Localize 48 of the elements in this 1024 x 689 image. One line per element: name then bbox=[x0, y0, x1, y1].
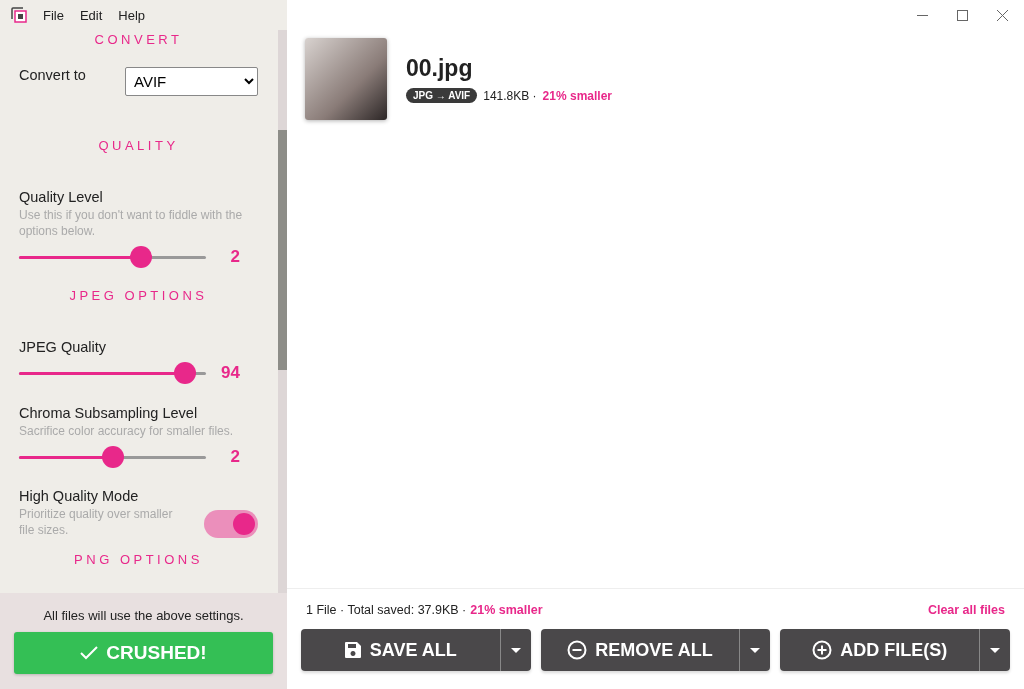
setting-description: Prioritize quality over smaller file sizes. bbox=[19, 506, 174, 538]
clear-all-link[interactable]: Clear all files bbox=[927, 603, 1005, 623]
caret-icon bbox=[990, 647, 1000, 653]
close-icon[interactable] bbox=[997, 9, 1008, 21]
caret-icon bbox=[750, 647, 761, 653]
menu-item[interactable]: Help bbox=[118, 7, 146, 23]
dropdown-button[interactable] bbox=[979, 629, 1010, 671]
maximize-icon[interactable] bbox=[957, 9, 968, 21]
minus-circle-icon bbox=[567, 640, 588, 660]
slider-thumb[interactable] bbox=[174, 361, 197, 384]
setting-description: Use this if you don't want to fiddle with the options below. bbox=[19, 207, 244, 239]
file-size: 141.8KB · bbox=[483, 88, 537, 103]
remove-button[interactable]: REMOVE ALL bbox=[540, 629, 740, 671]
savings-text: 21% smaller bbox=[470, 603, 543, 619]
slider-value: 94 bbox=[221, 363, 240, 383]
add-button[interactable]: ADD FILE(S) bbox=[780, 629, 979, 671]
setting-label: High Quality Mode bbox=[19, 488, 139, 504]
app-logo-icon bbox=[11, 7, 27, 23]
slider-thumb[interactable] bbox=[129, 245, 152, 268]
menu-item[interactable]: File bbox=[43, 7, 64, 23]
file-name: 00.jpg bbox=[406, 55, 474, 82]
format-dropdown[interactable]: AVIF bbox=[125, 67, 258, 96]
section-heading: QUALITY bbox=[98, 138, 179, 153]
settings-note: All files will use the above settings. bbox=[43, 608, 244, 623]
section-heading: PNG OPTIONS bbox=[74, 552, 203, 567]
conversion-badge: JPG → AVIF bbox=[406, 88, 478, 103]
caret-icon bbox=[510, 647, 521, 653]
dropdown-button[interactable] bbox=[499, 629, 531, 671]
setting-label: Chroma Subsampling Level bbox=[19, 405, 198, 421]
check-icon bbox=[80, 646, 99, 660]
slider-thumb[interactable] bbox=[101, 445, 124, 468]
plus-circle-icon bbox=[812, 640, 833, 660]
save-button[interactable]: SAVE ALL bbox=[301, 629, 500, 671]
dropdown-button[interactable] bbox=[739, 629, 771, 671]
setting-label: JPEG Quality bbox=[19, 339, 107, 355]
menu-item[interactable]: Edit bbox=[79, 7, 103, 23]
savings-text: 21% smaller bbox=[542, 88, 612, 103]
setting-description: Sacrifice color accuracy for smaller files. bbox=[19, 423, 234, 439]
section-heading: JPEG OPTIONS bbox=[69, 288, 208, 303]
summary-text: 1 File · Total saved: 37.9KB · bbox=[306, 603, 467, 619]
slider-value: 2 bbox=[230, 247, 240, 267]
save-icon bbox=[343, 641, 362, 659]
section-heading: CONVERT bbox=[94, 32, 183, 47]
field-label: Convert to bbox=[19, 67, 86, 83]
toggle-switch[interactable] bbox=[204, 510, 258, 538]
slider-value: 2 bbox=[230, 447, 240, 467]
setting-label: Quality Level bbox=[19, 189, 103, 205]
scrollbar-thumb[interactable] bbox=[278, 130, 287, 370]
